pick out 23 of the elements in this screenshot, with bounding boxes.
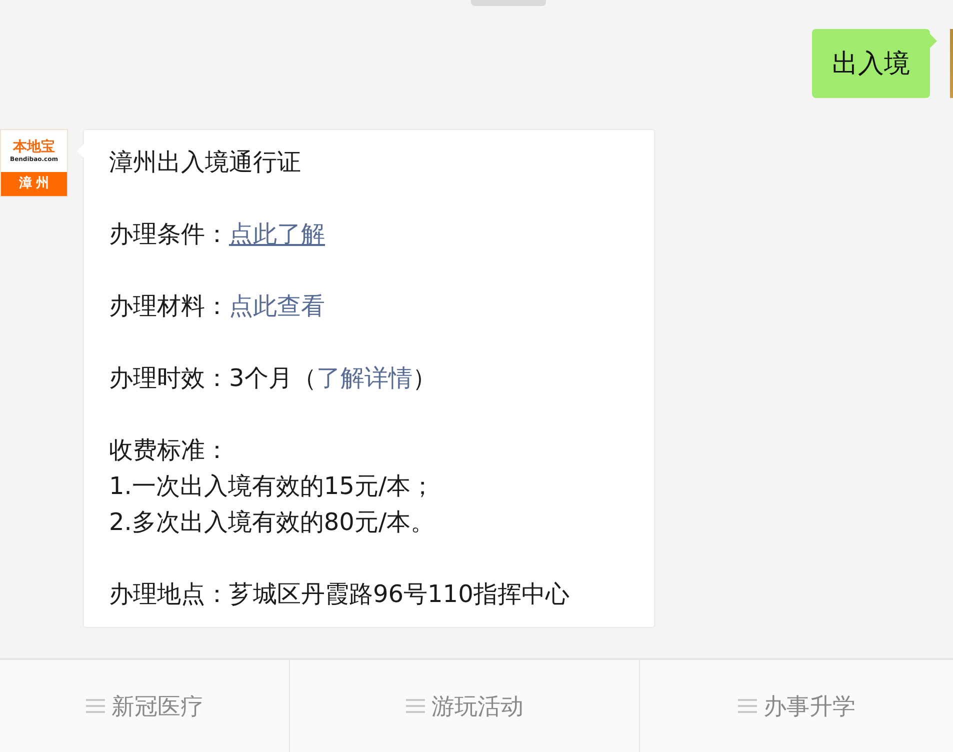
message-line: 漳州出入境通行证 xyxy=(109,147,302,178)
message-line: 办理条件：点此了解 xyxy=(109,219,326,250)
link[interactable]: 点此查看 xyxy=(229,292,325,320)
message-line: 办理地点：芗城区丹霞路96号110指挥中心 xyxy=(109,579,570,610)
message-line: 办理时效：3个月（了解详情） xyxy=(109,363,438,394)
link[interactable]: 点此了解 xyxy=(229,220,325,248)
logo-brand-text: 本地宝 xyxy=(13,140,55,154)
menu-icon xyxy=(86,699,104,713)
menu-button[interactable]: 新冠医疗 xyxy=(0,660,289,752)
scroll-handle[interactable] xyxy=(471,0,546,6)
user-message-bubble: 出入境 xyxy=(812,29,930,98)
message-line: 收费标准： xyxy=(109,435,230,466)
message-line: 办理材料：点此查看 xyxy=(109,291,326,322)
menu-icon xyxy=(738,699,756,713)
logo-city-text: 漳州 xyxy=(1,172,67,196)
user-avatar xyxy=(950,29,953,98)
bubble-tail-icon xyxy=(930,34,937,48)
menu-button[interactable]: 办事升学 xyxy=(639,660,953,752)
message-line: 2.多次出入境有效的80元/本。 xyxy=(109,507,436,538)
link[interactable]: 了解详情 xyxy=(316,364,412,392)
menu-icon xyxy=(406,699,424,713)
message-line: 1.一次出入境有效的15元/本； xyxy=(109,471,436,502)
menu-button[interactable]: 游玩活动 xyxy=(289,660,639,752)
